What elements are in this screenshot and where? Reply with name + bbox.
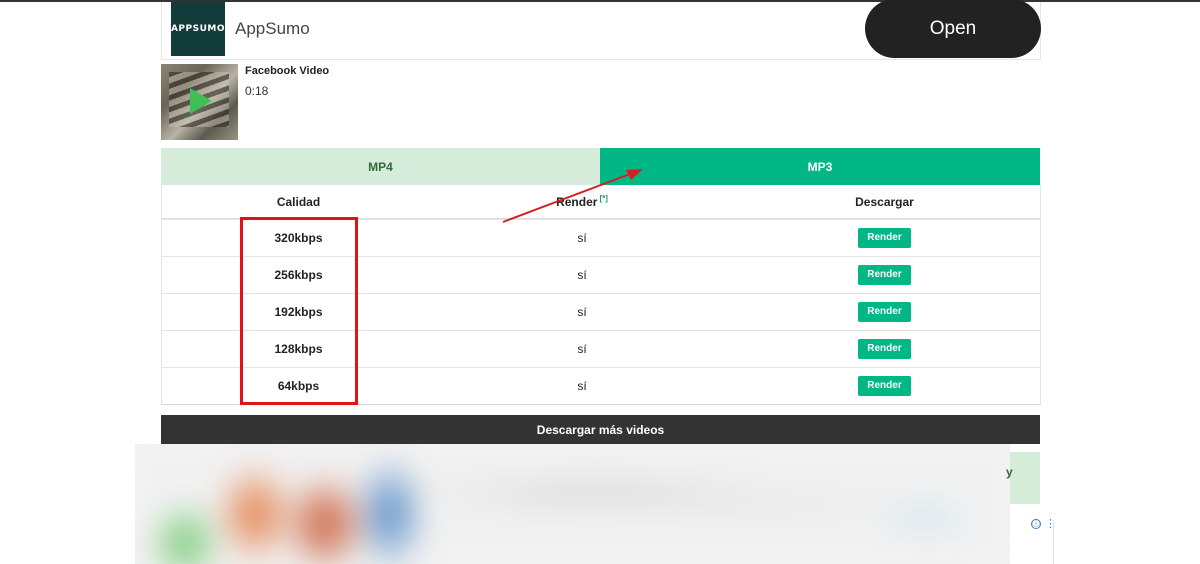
arrow-line xyxy=(502,173,631,223)
side-ad-panel xyxy=(1010,452,1040,504)
side-ad-letter: y xyxy=(1006,465,1013,479)
blurred-ad-content xyxy=(135,444,1010,564)
more-videos-button[interactable]: Descargar más videos xyxy=(161,415,1040,444)
side-divider xyxy=(1053,520,1054,564)
blurred-ad xyxy=(135,444,1010,564)
ad-info-icon[interactable]: ⓘ xyxy=(1031,519,1041,529)
arrow-head-icon xyxy=(626,169,643,180)
ad-menu-icon[interactable]: ⋮ xyxy=(1045,518,1056,529)
